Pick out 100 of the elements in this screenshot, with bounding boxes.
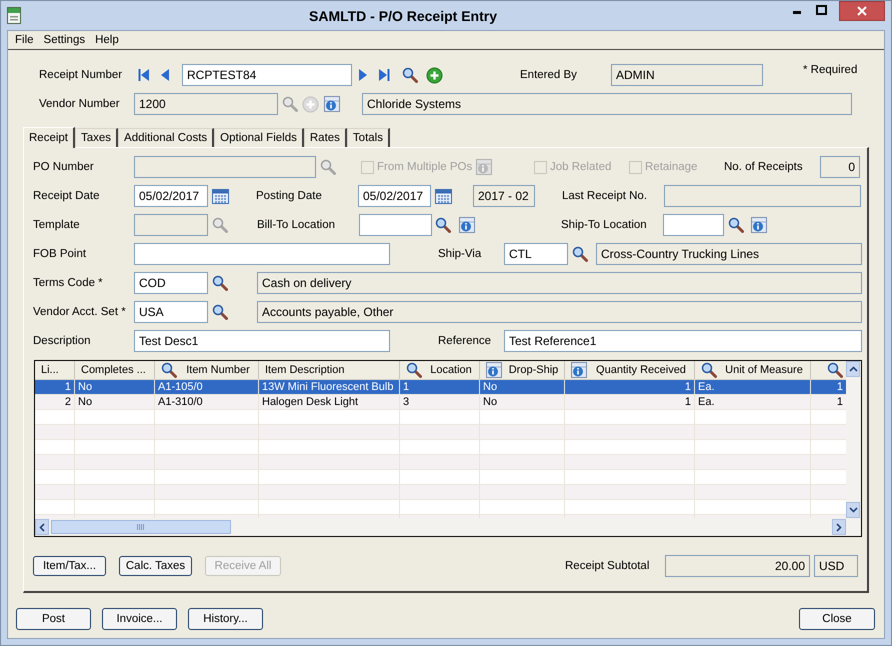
table-cell: 1: [35, 380, 75, 394]
column-header[interactable]: Completes ...: [75, 361, 155, 379]
column-header[interactable]: Unit of Measure: [695, 361, 811, 379]
grid-row[interactable]: 1 No A1-105/0 13W Mini Fluorescent Bulb 1 No 1 Ea. 1: [35, 380, 846, 395]
table-cell: No: [480, 380, 565, 394]
tab[interactable]: Optional Fields: [214, 128, 304, 147]
receipts-count-field: 0: [820, 156, 860, 178]
search-icon[interactable]: [572, 246, 588, 262]
menu-item[interactable]: File: [10, 34, 39, 46]
field-label: Last Receipt No.: [562, 190, 648, 202]
field-label: Terms Code *: [33, 277, 104, 289]
column-header-label: Item Description: [265, 364, 346, 376]
search-icon[interactable]: [406, 362, 422, 378]
column-header[interactable]: Location: [400, 361, 480, 379]
last-record-icon[interactable]: [378, 68, 390, 82]
entered-by-field: ADMIN: [611, 64, 763, 86]
search-icon[interactable]: [161, 362, 177, 378]
code-description-field: Cash on delivery: [257, 272, 862, 294]
search-icon[interactable]: [827, 362, 843, 378]
footer-button[interactable]: History...: [188, 608, 263, 630]
action-button[interactable]: Calc. Taxes: [119, 556, 192, 576]
column-header[interactable]: Drop-Ship: [480, 361, 565, 379]
bill-to-field[interactable]: [359, 214, 432, 236]
field-label: Receipt Number: [39, 69, 124, 81]
search-icon[interactable]: [212, 304, 228, 320]
tab[interactable]: Rates: [304, 128, 347, 147]
fiscal-period-field: 2017 - 02: [473, 185, 535, 207]
table-cell: Ea.: [695, 380, 811, 394]
horizontal-scrollbar[interactable]: [35, 518, 861, 536]
calendar-icon[interactable]: [212, 188, 229, 204]
table-cell: A1-310/0: [155, 395, 259, 409]
calendar-icon[interactable]: [435, 188, 452, 204]
table-cell: 3: [400, 395, 480, 409]
grid-row[interactable]: 2 No A1-310/0 Halogen Desk Light 3 No 1 Ea. 1: [35, 395, 846, 410]
search-icon[interactable]: [212, 275, 228, 291]
tab[interactable]: Receipt: [23, 127, 75, 148]
receipt-number-field[interactable]: RCPTEST84: [182, 64, 352, 86]
column-header[interactable]: Item Description: [259, 361, 400, 379]
field-label: Receipt Subtotal: [565, 560, 650, 572]
table-cell: Ea.: [695, 395, 811, 409]
window-title: SAMLTD - P/O Receipt Entry: [308, 8, 498, 24]
code-field[interactable]: USA: [134, 301, 208, 323]
search-icon[interactable]: [402, 67, 418, 83]
code-field[interactable]: COD: [134, 272, 208, 294]
grip-icon[interactable]: [137, 524, 145, 530]
table-cell: 1: [400, 380, 480, 394]
column-header[interactable]: Quantity Received: [565, 361, 695, 379]
search-icon[interactable]: [728, 217, 744, 233]
scroll-left-icon[interactable]: [39, 522, 45, 532]
close-dialog-button[interactable]: Close: [799, 608, 875, 630]
table-cell: No: [75, 380, 155, 394]
table-cell: 1: [565, 380, 695, 394]
add-icon[interactable]: [426, 66, 443, 84]
scroll-right-icon[interactable]: [836, 522, 842, 532]
menu-item[interactable]: Settings: [38, 34, 90, 46]
field-label: Description: [33, 335, 92, 347]
fob-point-field[interactable]: [134, 243, 390, 265]
posting-date-field[interactable]: 05/02/2017: [358, 185, 431, 207]
field-label: Vendor Acct. Set *: [33, 306, 127, 318]
scroll-up-icon[interactable]: [848, 366, 858, 372]
column-header-label: Location: [429, 364, 473, 376]
tab[interactable]: Taxes: [75, 128, 118, 147]
search-icon[interactable]: [435, 217, 451, 233]
scroll-down-icon[interactable]: [848, 507, 858, 513]
column-header[interactable]: Li...: [35, 361, 75, 379]
maximize-icon[interactable]: [816, 5, 826, 15]
table-cell: 13W Mini Fluorescent Bulb: [259, 380, 400, 394]
vertical-scrollbar[interactable]: [846, 361, 861, 518]
field-label: Template: [33, 219, 81, 231]
field-label: Reference: [438, 335, 492, 347]
info-icon[interactable]: [459, 217, 475, 233]
field-label: Entered By: [520, 69, 578, 81]
column-header-label: Item Number: [185, 364, 251, 376]
tab[interactable]: Additional Costs: [118, 128, 214, 147]
column-header-label: Completes ...: [81, 364, 147, 376]
footer-button[interactable]: Post: [16, 608, 91, 630]
column-header[interactable]: Item Number: [155, 361, 259, 379]
required-note: * Required: [803, 64, 858, 76]
column-header-label: Quantity Received: [595, 364, 687, 376]
receipt-date-field[interactable]: 05/02/2017: [134, 185, 208, 207]
close-button[interactable]: [839, 1, 885, 21]
tab[interactable]: Totals: [346, 128, 390, 147]
currency-field: USD: [814, 555, 858, 577]
vendor-number-field: 1200: [134, 93, 278, 115]
first-record-icon[interactable]: [138, 68, 150, 82]
info-icon[interactable]: [324, 96, 340, 112]
info-icon[interactable]: [751, 217, 767, 233]
field-label: Ship-To Location: [561, 219, 648, 231]
reference-field[interactable]: Test Reference1: [504, 330, 862, 352]
action-button[interactable]: Item/Tax...: [33, 556, 106, 576]
search-icon[interactable]: [701, 362, 717, 378]
table-cell: Halogen Desk Light: [259, 395, 400, 409]
description-field[interactable]: Test Desc1: [134, 330, 390, 352]
ship-to-field[interactable]: [663, 214, 724, 236]
close-icon[interactable]: [857, 6, 867, 16]
table-cell: 1: [565, 395, 695, 409]
ship-via-field[interactable]: CTL: [504, 243, 568, 265]
menu-item[interactable]: Help: [90, 34, 124, 46]
field-label: No. of Receipts: [724, 161, 804, 173]
footer-button[interactable]: Invoice...: [102, 608, 177, 630]
